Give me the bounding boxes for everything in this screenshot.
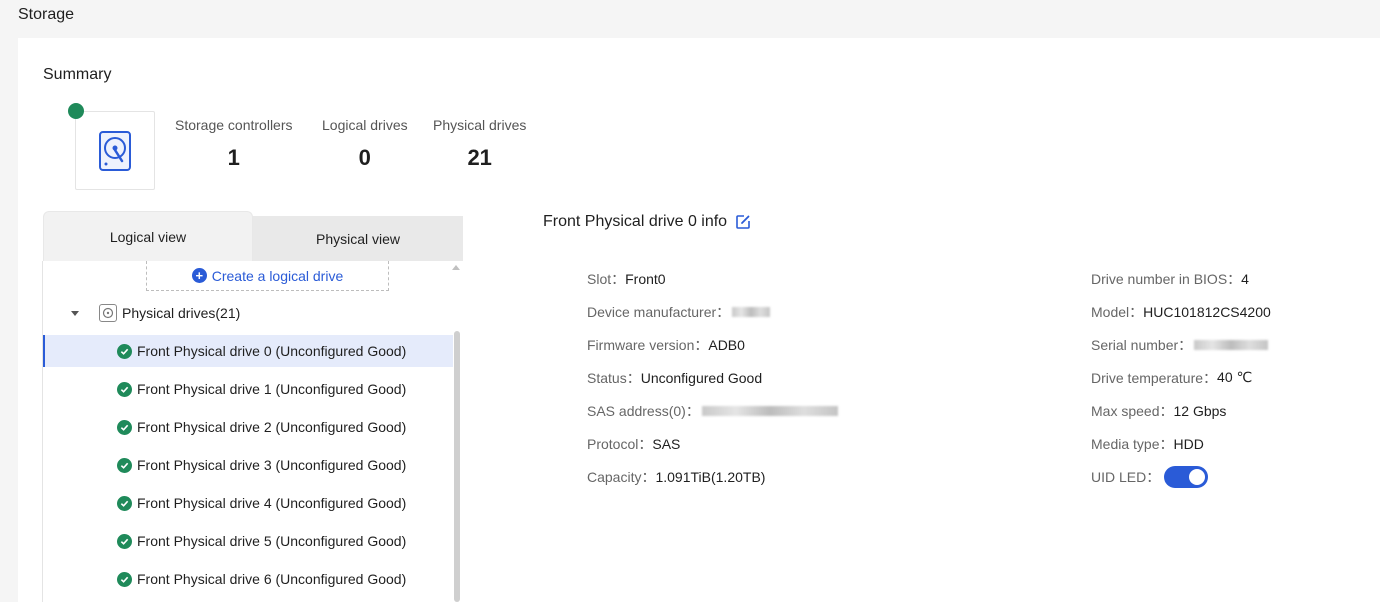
info-label: Model：: [1091, 303, 1144, 320]
info-value: HDD: [1173, 435, 1204, 452]
info-value: 1.091TiB(1.20TB): [655, 468, 766, 485]
info-label: Serial number：: [1091, 336, 1193, 353]
stat-label: Logical drives: [322, 117, 408, 133]
info-row-media-type: Media type： HDD: [1091, 427, 1271, 460]
tree-item-drive-6[interactable]: Front Physical drive 6 (Unconfigured Goo…: [43, 563, 453, 595]
hard-drive-icon: [99, 130, 131, 171]
stat-storage-controllers: Storage controllers 1: [175, 117, 293, 171]
info-label: Drive temperature：: [1091, 369, 1218, 386]
tree-item-label: Front Physical drive 3 (Unconfigured Goo…: [137, 457, 407, 473]
scroll-up-arrow-icon[interactable]: [452, 265, 460, 270]
stat-logical-drives: Logical drives 0: [322, 117, 408, 171]
info-row-serial-number: Serial number：: [1091, 328, 1271, 361]
drive-tree-panel: + Create a logical drive Physical drives…: [42, 261, 464, 602]
info-value: ADB0: [708, 336, 745, 353]
tree-item-drive-4[interactable]: Front Physical drive 4 (Unconfigured Goo…: [43, 487, 453, 519]
info-value: Front0: [625, 270, 666, 287]
info-row-drive-temperature: Drive temperature： 40 ℃: [1091, 361, 1271, 394]
info-label: Slot：: [587, 270, 626, 287]
drive-info-title-text: Front Physical drive 0 info: [543, 213, 728, 230]
stat-label: Physical drives: [433, 117, 527, 133]
info-label: Firmware version：: [587, 336, 709, 353]
summary-title: Summary: [43, 66, 112, 83]
check-circle-icon: [117, 381, 132, 397]
page-title: Storage: [18, 6, 75, 23]
check-circle-icon: [117, 343, 132, 359]
create-logical-drive-label: Create a logical drive: [211, 267, 344, 284]
tree-scrollbar[interactable]: [454, 331, 460, 602]
tab-physical-view[interactable]: Physical view: [253, 216, 463, 261]
stat-physical-drives: Physical drives 21: [433, 117, 526, 171]
info-value: 4: [1241, 270, 1249, 287]
info-row-slot: Slot： Front0: [587, 262, 838, 295]
stat-value: 0: [358, 145, 371, 170]
info-label: Status：: [587, 369, 641, 386]
tree-item-label: Front Physical drive 0 (Unconfigured Goo…: [137, 343, 407, 359]
tree-item-label: Front Physical drive 1 (Unconfigured Goo…: [137, 381, 407, 397]
info-value: 12 Gbps: [1173, 402, 1227, 419]
redacted-value: [701, 405, 838, 416]
check-circle-icon: [117, 571, 132, 587]
info-label: Max speed：: [1091, 402, 1174, 419]
tree-item-drive-0[interactable]: Front Physical drive 0 (Unconfigured Goo…: [43, 335, 453, 367]
storage-controller-box[interactable]: [75, 111, 155, 190]
tree-item-label: Front Physical drive 2 (Unconfigured Goo…: [137, 419, 407, 435]
info-label: SAS address(0)：: [587, 402, 700, 419]
info-row-capacity: Capacity： 1.091TiB(1.20TB): [587, 460, 838, 493]
info-label: UID LED：: [1091, 468, 1161, 485]
check-circle-icon: [117, 419, 132, 435]
caret-down-icon[interactable]: [71, 310, 79, 316]
tree-item-label: Front Physical drive 4 (Unconfigured Goo…: [137, 495, 407, 511]
create-logical-drive-button[interactable]: + Create a logical drive: [146, 261, 389, 291]
info-value: SAS: [652, 435, 681, 452]
drive-info-left-column: Slot： Front0 Device manufacturer： Firmwa…: [587, 262, 838, 493]
check-circle-icon: [117, 457, 132, 473]
plus-icon: +: [191, 268, 207, 283]
tree-item-drive-2[interactable]: Front Physical drive 2 (Unconfigured Goo…: [43, 411, 453, 443]
info-row-protocol: Protocol： SAS: [587, 427, 838, 460]
tree-item-drive-3[interactable]: Front Physical drive 3 (Unconfigured Goo…: [43, 449, 453, 481]
check-circle-icon: [117, 533, 132, 549]
redacted-value: [1194, 339, 1269, 350]
stat-value: 21: [467, 145, 492, 170]
info-label: Protocol：: [587, 435, 653, 452]
info-row-firmware-version: Firmware version： ADB0: [587, 328, 838, 361]
info-row-uid-led: UID LED：: [1091, 460, 1271, 493]
info-value: Unconfigured Good: [640, 369, 763, 386]
status-indicator-dot: [68, 103, 84, 119]
info-label: Media type：: [1091, 435, 1174, 452]
info-row-device-manufacturer: Device manufacturer：: [587, 295, 838, 328]
tree-group-physical-drives[interactable]: Physical drives(21): [43, 299, 453, 327]
info-value: HUC101812CS4200: [1143, 303, 1271, 320]
drive-info-right-column: Drive number in BIOS： 4 Model： HUC101812…: [1091, 262, 1271, 493]
info-row-sas-address: SAS address(0)：: [587, 394, 838, 427]
redacted-value: [732, 306, 771, 317]
info-label: Drive number in BIOS：: [1091, 270, 1242, 287]
info-label: Capacity：: [587, 468, 656, 485]
tree-item-label: Front Physical drive 6 (Unconfigured Goo…: [137, 571, 407, 587]
drive-info-title: Front Physical drive 0 info: [543, 213, 751, 231]
uid-led-toggle[interactable]: [1164, 465, 1209, 488]
tree-item-drive-1[interactable]: Front Physical drive 1 (Unconfigured Goo…: [43, 373, 453, 405]
tree-item-label: Front Physical drive 5 (Unconfigured Goo…: [137, 533, 407, 549]
toggle-knob: [1189, 468, 1206, 485]
info-row-status: Status： Unconfigured Good: [587, 361, 838, 394]
info-value: 40 ℃: [1217, 369, 1253, 385]
tab-logical-view[interactable]: Logical view: [43, 211, 253, 261]
hard-drive-group-icon: [99, 304, 117, 322]
info-row-max-speed: Max speed： 12 Gbps: [1091, 394, 1271, 427]
info-row-model: Model： HUC101812CS4200: [1091, 295, 1271, 328]
storage-card: Summary Storage controllers 1 Logical dr…: [18, 38, 1380, 602]
edit-icon[interactable]: [735, 214, 751, 230]
check-circle-icon: [117, 495, 132, 511]
info-row-bios-number: Drive number in BIOS： 4: [1091, 262, 1271, 295]
stat-label: Storage controllers: [175, 117, 293, 133]
tree-item-drive-5[interactable]: Front Physical drive 5 (Unconfigured Goo…: [43, 525, 453, 557]
tree-group-label: Physical drives(21): [122, 305, 241, 321]
info-label: Device manufacturer：: [587, 303, 731, 320]
stat-value: 1: [227, 145, 240, 170]
